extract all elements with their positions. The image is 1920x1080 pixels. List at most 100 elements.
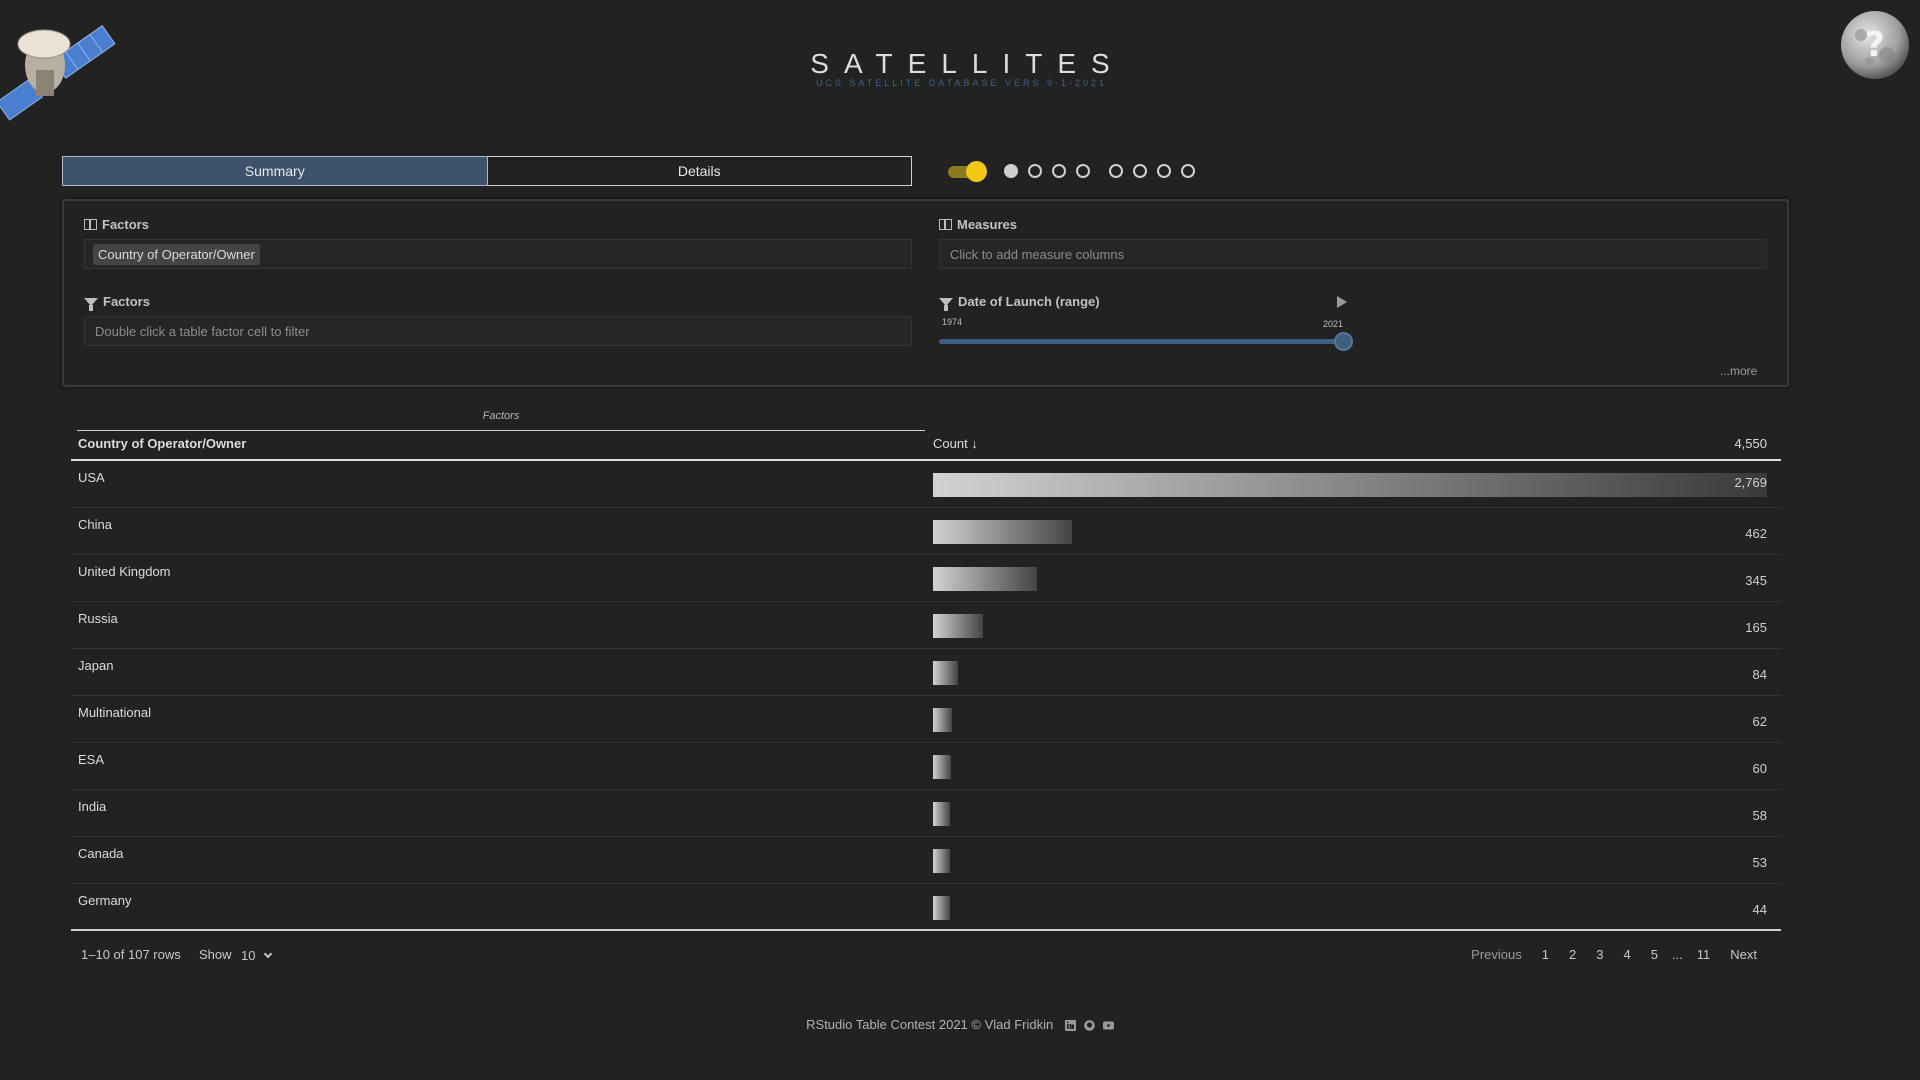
preset-dot-5[interactable]: [1109, 164, 1123, 178]
filter-label-text: Factors: [103, 294, 150, 309]
table-row[interactable]: Canada 53: [71, 837, 1781, 884]
preset-dot-3[interactable]: [1052, 164, 1066, 178]
factors-group-dropzone[interactable]: Country of Operator/Owner: [84, 239, 912, 269]
count-bar: [933, 802, 950, 826]
rows-info: 1–10 of 107 rows: [81, 947, 181, 962]
control-panel: Factors Country of Operator/Owner Measur…: [62, 199, 1789, 387]
count-bar: [933, 755, 951, 779]
tab-summary[interactable]: Summary: [62, 156, 488, 186]
column-header-country[interactable]: Country of Operator/Owner: [78, 436, 246, 451]
credit-text: RStudio Table Contest 2021 © Vlad Fridki…: [806, 1017, 1054, 1032]
page-size-value: 10: [241, 947, 256, 963]
table-row[interactable]: ESA 60: [71, 743, 1781, 790]
count-bar: [933, 614, 983, 638]
table-row[interactable]: Japan 84: [71, 649, 1781, 696]
page-subtitle: UCS SATELLITE DATABASE VERS 9-1-2021: [815, 78, 1108, 88]
chevron-down-icon: [264, 949, 273, 958]
previous-page-button[interactable]: Previous: [1461, 947, 1532, 962]
measures-dropzone[interactable]: Click to add measure columns: [939, 239, 1767, 269]
filter-dropzone[interactable]: Double click a table factor cell to filt…: [84, 316, 912, 346]
page-button-11[interactable]: 11: [1687, 947, 1721, 962]
page-button-3[interactable]: 3: [1586, 947, 1613, 962]
factors-group-header: Factors: [482, 410, 520, 422]
more-link[interactable]: ...more: [1720, 364, 1757, 378]
count-bar: [933, 520, 1072, 544]
theme-toggle[interactable]: [948, 161, 988, 182]
linkedin-icon[interactable]: [1064, 1020, 1076, 1032]
country-cell[interactable]: United Kingdom: [78, 564, 171, 579]
title-block: SATELLITES UCS SATELLITE DATABASE VERS 9…: [0, 48, 1920, 88]
measures-label: Measures: [939, 217, 1017, 232]
preset-dot-4[interactable]: [1076, 164, 1090, 178]
table-row[interactable]: United Kingdom 345: [71, 555, 1781, 602]
group-header-divider: [77, 430, 925, 431]
preset-dots: [1004, 164, 1205, 178]
page-size-select[interactable]: 10: [241, 945, 287, 965]
date-filter-label: Date of Launch (range): [939, 294, 1100, 311]
count-value: 462: [1745, 526, 1767, 541]
youtube-icon[interactable]: [1102, 1020, 1114, 1031]
table-row[interactable]: Multinational 62: [71, 696, 1781, 743]
page-button-5[interactable]: 5: [1641, 947, 1668, 962]
measures-label-text: Measures: [957, 217, 1017, 232]
count-value: 58: [1752, 808, 1767, 823]
table-columns-icon: [939, 219, 952, 230]
date-range-handle[interactable]: [1334, 332, 1353, 351]
count-value: 84: [1752, 667, 1767, 682]
country-cell[interactable]: ESA: [78, 752, 104, 767]
count-bar: [933, 849, 950, 873]
count-value: 345: [1745, 573, 1767, 588]
count-value: 53: [1752, 855, 1767, 870]
table-row[interactable]: USA 2,769: [71, 461, 1781, 508]
country-cell[interactable]: Canada: [78, 846, 124, 861]
count-bar: [933, 896, 950, 920]
page-button-4[interactable]: 4: [1613, 947, 1640, 962]
github-icon[interactable]: [1084, 1020, 1095, 1031]
factor-chip-country[interactable]: Country of Operator/Owner: [93, 243, 260, 265]
page-button-1[interactable]: 1: [1532, 947, 1559, 962]
count-bar: [933, 708, 952, 732]
play-icon[interactable]: [1337, 296, 1347, 308]
count-value: 2,769: [1734, 475, 1767, 490]
country-cell[interactable]: Multinational: [78, 705, 151, 720]
date-min-label: 1974: [942, 317, 963, 327]
count-bar: [933, 661, 958, 685]
country-cell[interactable]: Russia: [78, 611, 118, 626]
preset-dot-7[interactable]: [1157, 164, 1171, 178]
country-cell[interactable]: Japan: [78, 658, 113, 673]
country-cell[interactable]: India: [78, 799, 106, 814]
preset-dot-2[interactable]: [1028, 164, 1042, 178]
page-ellipsis: ...: [1671, 947, 1683, 962]
date-filter-label-text: Date of Launch (range): [958, 294, 1100, 309]
count-total: 4,550: [1734, 436, 1767, 451]
preset-dot-8[interactable]: [1181, 164, 1195, 178]
filter-icon: [939, 297, 953, 311]
count-value: 62: [1752, 714, 1767, 729]
footer-credit: RStudio Table Contest 2021 © Vlad Fridki…: [0, 1017, 1920, 1032]
factors-group-label: Factors: [84, 217, 149, 232]
count-value: 44: [1752, 902, 1767, 917]
table-row[interactable]: China 462: [71, 508, 1781, 555]
show-label: Show: [199, 947, 232, 962]
tab-details[interactable]: Details: [487, 156, 912, 186]
country-cell[interactable]: USA: [78, 470, 105, 485]
preset-dot-6[interactable]: [1133, 164, 1147, 178]
page-button-2[interactable]: 2: [1559, 947, 1586, 962]
count-value: 60: [1752, 761, 1767, 776]
filter-icon: [84, 297, 98, 311]
country-cell[interactable]: China: [78, 517, 112, 532]
table-row[interactable]: India 58: [71, 790, 1781, 837]
preset-dot-1[interactable]: [1004, 164, 1018, 178]
factors-group-label-text: Factors: [102, 217, 149, 232]
table-row[interactable]: Germany 44: [71, 884, 1781, 931]
column-header-count[interactable]: Count ↓: [933, 436, 978, 451]
date-range-slider[interactable]: [939, 339, 1344, 344]
social-icons: [1064, 1020, 1114, 1032]
country-cell[interactable]: Germany: [78, 893, 131, 908]
count-bar: [933, 473, 1767, 497]
count-bar: [933, 567, 1037, 591]
table-row[interactable]: Russia 165: [71, 602, 1781, 649]
pagination-bar: 1–10 of 107 rows Show 10 Previous 1 2 3 …: [71, 945, 1781, 967]
next-page-button[interactable]: Next: [1720, 947, 1767, 962]
table-columns-icon: [84, 219, 97, 230]
